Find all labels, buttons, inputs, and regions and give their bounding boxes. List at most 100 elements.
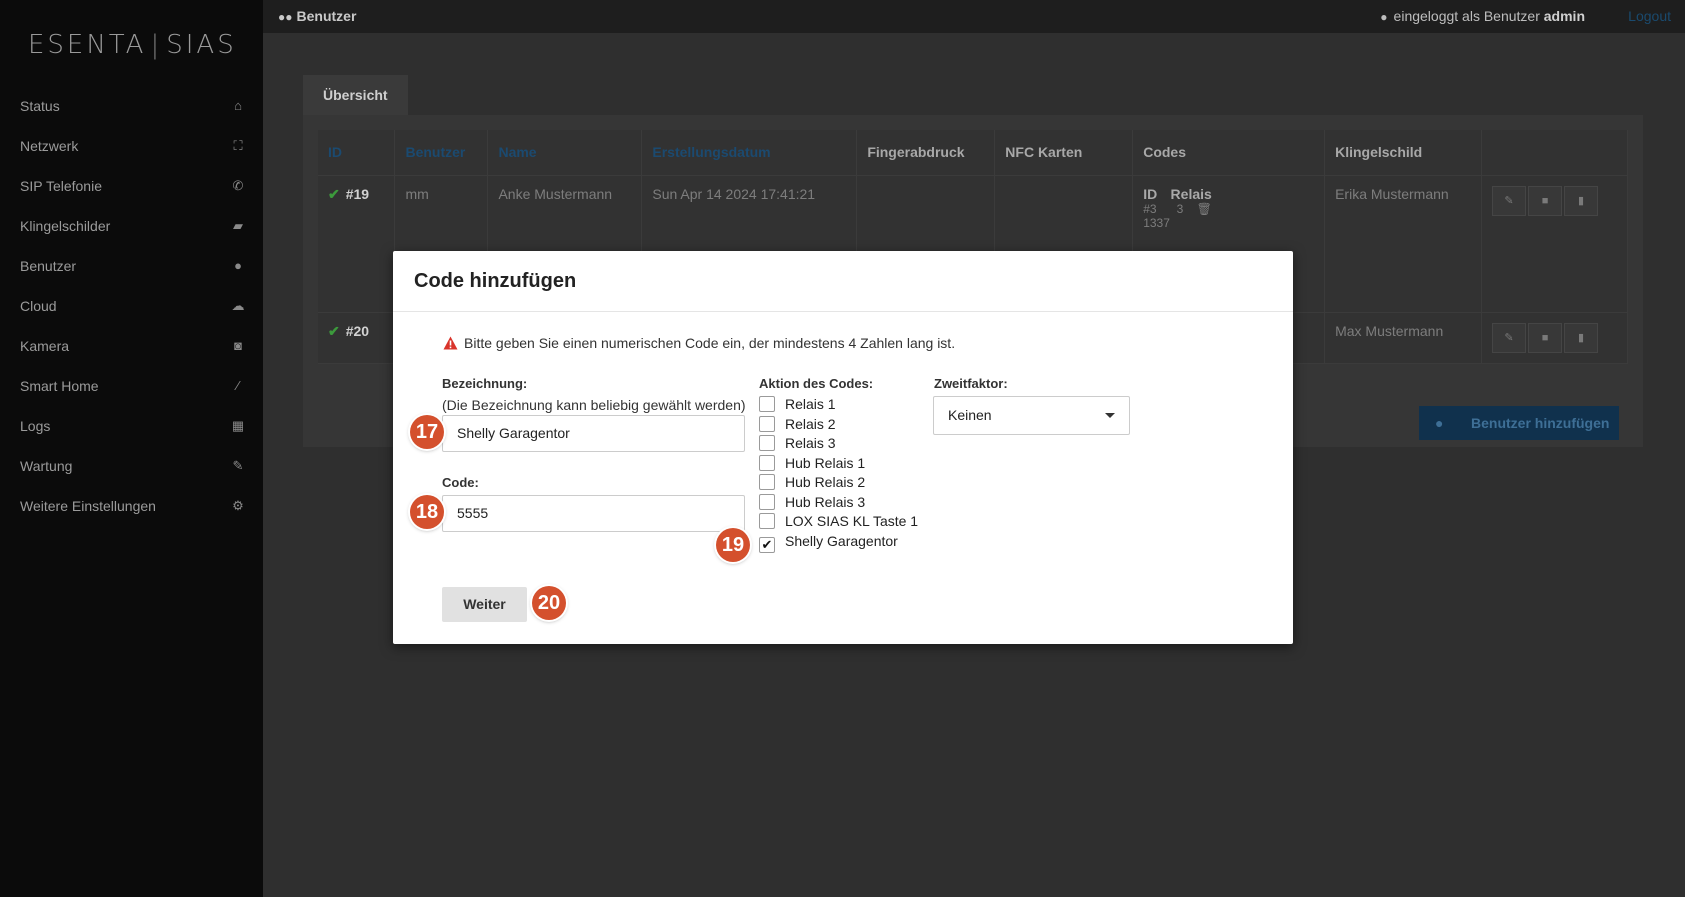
cloud-icon: ☁ [231, 298, 245, 313]
zweitfaktor-select[interactable]: Keinen [933, 396, 1130, 435]
checkbox-checked[interactable]: ✔ [759, 536, 775, 553]
sidebar-item-weitere-einstellungen[interactable]: Weitere Einstellungen ⚙ [0, 486, 263, 526]
add-user-button[interactable]: ● Benutzer hinzufügen [1419, 406, 1619, 440]
weiter-button[interactable]: Weiter [442, 587, 527, 622]
user-icon: ● [1435, 415, 1444, 431]
sidebar-item-label: Smart Home [20, 378, 99, 394]
lock-icon[interactable]: ■ [1528, 322, 1563, 353]
checkbox[interactable] [759, 396, 775, 412]
checkbox[interactable] [759, 415, 775, 432]
logo-separator: | [150, 30, 163, 60]
aktion-option-hub-relais-1[interactable]: Hub Relais 1 [759, 454, 918, 474]
aktion-option-relais-3[interactable]: Relais 3 [759, 434, 918, 454]
code-id: #3 [1143, 201, 1157, 216]
row-id-text: #20 [345, 322, 370, 339]
logo-right: SIAS [166, 30, 237, 60]
row-actions: ✎ ■ ▮ [1481, 175, 1628, 313]
logout-link[interactable]: Logout [1628, 8, 1671, 24]
checkmark-icon: ✔ [761, 536, 773, 552]
row-klingelschild: Erika Mustermann [1324, 175, 1483, 313]
row-id: ✔ #19 [318, 175, 396, 313]
table-header-row: ID Benutzer Name Erstellungsdatum Finger… [318, 130, 1628, 176]
checkbox[interactable] [759, 493, 775, 510]
trash-icon[interactable]: ▮ [1564, 185, 1599, 216]
col-benutzer[interactable]: Benutzer [394, 130, 489, 176]
aktion-option-relais-2[interactable]: Relais 2 [759, 415, 918, 435]
sidebar-item-label: Status [20, 98, 60, 114]
row-id: ✔ #20 [318, 312, 396, 364]
page-title-text: Benutzer [296, 8, 357, 24]
topbar: ●● Benutzer ● eingeloggt als Benutzer admi… [263, 0, 1685, 33]
lock-icon[interactable]: ■ [1528, 185, 1563, 216]
caret-down-icon [1105, 413, 1115, 418]
add-code-modal: Code hinzufügen Bitte geben Sie einen nu… [393, 251, 1293, 644]
wrench-icon: ✎ [232, 458, 244, 473]
codes-id-header: ID [1143, 185, 1158, 202]
edit-icon[interactable]: ✎ [1492, 185, 1527, 216]
sidebar-item-status[interactable]: Status ⌂ [0, 86, 263, 126]
checkbox[interactable] [759, 474, 775, 490]
aktion-option-relais-1[interactable]: Relais 1 [759, 395, 918, 415]
col-name[interactable]: Name [487, 130, 643, 176]
aktion-option-label: Hub Relais 2 [785, 474, 866, 490]
logo-left: ESENTA [28, 30, 147, 60]
bezeichnung-label: Bezeichnung: [442, 376, 528, 391]
trash-icon[interactable]: ▮ [1564, 322, 1599, 353]
tab-uebersicht[interactable]: Übersicht [303, 75, 408, 115]
checkbox[interactable] [759, 454, 775, 471]
sidebar-item-label: Wartung [20, 458, 73, 474]
sidebar-item-benutzer[interactable]: Benutzer ● [0, 246, 263, 286]
sidebar-item-sip-telefonie[interactable]: SIP Telefonie ✆ [0, 166, 263, 206]
aktion-option-hub-relais-2[interactable]: Hub Relais 2 [759, 473, 918, 493]
book-icon: ▰ [233, 218, 243, 233]
bezeichnung-input[interactable]: Shelly Garagentor [442, 415, 745, 452]
col-fingerabdruck: Fingerabdruck [856, 130, 996, 176]
trash-icon[interactable]: 🗑 [1197, 202, 1212, 216]
warning-text: Bitte geben Sie einen numerischen Code e… [464, 335, 956, 351]
edit-icon[interactable]: ✎ [1492, 322, 1527, 353]
col-klingelschild: Klingelschild [1324, 130, 1483, 176]
sidebar-item-wartung[interactable]: Wartung ✎ [0, 446, 263, 486]
add-user-label: Benutzer hinzufügen [1471, 415, 1610, 431]
sidebar-item-kamera[interactable]: Kamera ◙ [0, 326, 263, 366]
step-badge: 17 [410, 415, 444, 449]
sidebar-item-logs[interactable]: Logs ▦ [0, 406, 263, 446]
aktion-option-hub-relais-3[interactable]: Hub Relais 3 [759, 493, 918, 513]
sidebar-item-label: Netzwerk [20, 138, 79, 154]
col-erstellungsdatum[interactable]: Erstellungsdatum [641, 130, 858, 176]
checkbox[interactable] [759, 513, 775, 529]
sidebar-item-label: Cloud [20, 298, 57, 314]
sidebar-item-label: SIP Telefonie [20, 178, 102, 194]
step-badge: 19 [716, 528, 750, 562]
zweitfaktor-value: Keinen [948, 407, 992, 423]
logged-in-user: ● eingeloggt als Benutzer admin [1380, 8, 1585, 24]
col-actions [1481, 130, 1628, 176]
sidebar-item-klingelschilder[interactable]: Klingelschilder ▰ [0, 206, 263, 246]
bezeichnung-hint: (Die Bezeichnung kann beliebig gewählt w… [442, 397, 746, 413]
aktion-option-label: LOX SIAS KL Taste 1 [785, 513, 919, 529]
sidebar-item-label: Weitere Einstellungen [20, 498, 156, 514]
user-icon: ● [1380, 10, 1388, 24]
aktion-option-shelly-garagentor[interactable]: ✔ Shelly Garagentor [759, 532, 918, 553]
sidebar-item-netzwerk[interactable]: Netzwerk ⛶ [0, 126, 263, 166]
sitemap-icon: ⛶ [233, 138, 243, 153]
warning-icon [443, 336, 458, 350]
sidebar-item-cloud[interactable]: Cloud ☁ [0, 286, 263, 326]
col-id[interactable]: ID [318, 130, 396, 176]
col-codes: Codes [1132, 130, 1326, 176]
col-nfc-karten: NFC Karten [994, 130, 1134, 176]
users-icon: ● [234, 258, 242, 273]
page-title: ●● Benutzer [278, 8, 356, 24]
code-relais: 3 [1176, 201, 1184, 216]
aktion-option-label: Hub Relais 1 [785, 454, 866, 471]
aktion-option-label: Hub Relais 3 [785, 493, 866, 510]
check-icon: ✔ [328, 322, 340, 339]
camera-icon: ◙ [234, 338, 242, 353]
code-input[interactable]: 5555 [442, 495, 745, 532]
check-icon: ✔ [328, 185, 340, 202]
checkbox[interactable] [759, 435, 775, 451]
sidebar-item-smart-home[interactable]: Smart Home ⁄ [0, 366, 263, 406]
aktion-option-lox-sias-kl-taste-1[interactable]: LOX SIAS KL Taste 1 [759, 512, 918, 532]
step-badge: 18 [410, 495, 444, 529]
magic-wand-icon: ⁄ [236, 378, 240, 393]
